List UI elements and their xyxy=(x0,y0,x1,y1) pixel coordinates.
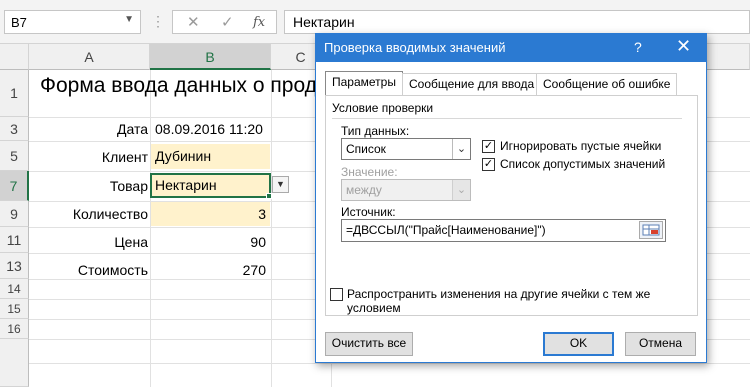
quantity-value[interactable]: 3 xyxy=(151,202,270,226)
date-label: Дата xyxy=(116,121,148,137)
quantity-label: Количество xyxy=(72,206,148,222)
help-icon[interactable]: ? xyxy=(634,39,642,55)
apply-all-checkbox[interactable] xyxy=(330,288,343,301)
formula-input[interactable]: Нектарин xyxy=(284,10,750,34)
tab-error-alert[interactable]: Сообщение об ошибке xyxy=(536,73,678,95)
value-select[interactable]: между ⌄ xyxy=(341,179,471,201)
fill-handle[interactable] xyxy=(266,193,272,199)
row-header-7[interactable]: 7 xyxy=(0,171,29,201)
row-header-14[interactable]: 14 xyxy=(0,279,29,299)
insert-function-icon[interactable]: fx xyxy=(253,15,265,30)
price-value[interactable]: 90 xyxy=(151,228,266,256)
select-all-corner[interactable] xyxy=(0,44,29,70)
row-header-13[interactable]: 13 xyxy=(0,253,29,279)
row-header-16[interactable]: 16 xyxy=(0,319,29,339)
source-input[interactable]: =ДВССЫЛ("Прайс[Наименование]") xyxy=(341,219,666,242)
chevron-down-icon[interactable]: ▼ xyxy=(124,14,134,25)
apply-all-label: Распространить изменения на другие ячейк… xyxy=(347,287,651,315)
form-title: Форма ввода данных о продажах xyxy=(40,74,330,97)
row-header-9[interactable]: 9 xyxy=(0,201,29,227)
product-label: Товар xyxy=(109,178,148,194)
data-type-value: Список xyxy=(346,142,386,156)
range-selector-icon[interactable] xyxy=(639,221,663,239)
client-value[interactable]: Дубинин xyxy=(151,144,270,169)
source-label: Источник: xyxy=(341,205,396,219)
data-type-label: Тип данных: xyxy=(341,124,410,138)
row-header-rest xyxy=(0,339,29,387)
chevron-down-icon: ⌄ xyxy=(452,180,470,200)
date-value[interactable]: 08.09.2016 11:20 xyxy=(155,115,275,143)
enter-icon[interactable]: ✓ xyxy=(221,13,234,31)
ignore-blank-checkbox[interactable]: ✓ xyxy=(482,140,495,153)
chevron-down-icon: ⌄ xyxy=(452,139,470,159)
tab-input-message[interactable]: Сообщение для ввода xyxy=(402,73,542,95)
column-header-b[interactable]: B xyxy=(150,44,271,70)
price-label: Цена xyxy=(114,234,148,250)
cell-dropdown-chevron-icon[interactable]: ▼ xyxy=(272,176,289,193)
data-type-select[interactable]: Список ⌄ xyxy=(341,138,471,160)
row-header-11[interactable]: 11 xyxy=(0,227,29,253)
in-cell-dropdown-checkbox[interactable]: ✓ xyxy=(482,158,495,171)
close-icon[interactable]: ✕ xyxy=(676,36,691,57)
name-box-value: B7 xyxy=(11,15,27,30)
clear-all-button[interactable]: Очистить все xyxy=(325,332,413,356)
ignore-blank-label: Игнорировать пустые ячейки xyxy=(500,139,662,153)
row-header-5[interactable]: 5 xyxy=(0,141,29,171)
validation-criteria-label: Условие проверки xyxy=(332,101,434,115)
cost-value[interactable]: 270 xyxy=(151,256,266,284)
group-divider xyxy=(332,118,682,119)
cancel-icon[interactable]: ✕ xyxy=(187,13,200,31)
value-select-value: между xyxy=(346,183,382,197)
formula-buttons: ✕ ✓ fx xyxy=(172,10,277,34)
ok-button[interactable]: OK xyxy=(543,332,614,356)
row-header-3[interactable]: 3 xyxy=(0,117,29,141)
grid-line xyxy=(29,363,750,364)
client-label: Клиент xyxy=(101,149,148,165)
value-label: Значение: xyxy=(341,165,398,179)
dialog-title[interactable]: Проверка вводимых значений xyxy=(316,34,706,62)
cancel-button[interactable]: Отмена xyxy=(625,332,696,356)
cost-label: Стоимость xyxy=(77,262,148,278)
more-options-icon[interactable]: ⋮ xyxy=(151,13,165,30)
product-value-selected-cell[interactable]: Нектарин xyxy=(150,173,271,198)
data-validation-dialog: Проверка вводимых значений ? ✕ Параметры… xyxy=(315,33,707,363)
in-cell-dropdown-label: Список допустимых значений xyxy=(500,157,666,171)
name-box[interactable]: B7 ▼ xyxy=(4,10,141,34)
column-header-a[interactable]: A xyxy=(29,44,150,70)
row-header-1[interactable]: 1 xyxy=(0,70,29,117)
row-header-15[interactable]: 15 xyxy=(0,299,29,319)
tab-settings[interactable]: Параметры xyxy=(325,71,403,95)
